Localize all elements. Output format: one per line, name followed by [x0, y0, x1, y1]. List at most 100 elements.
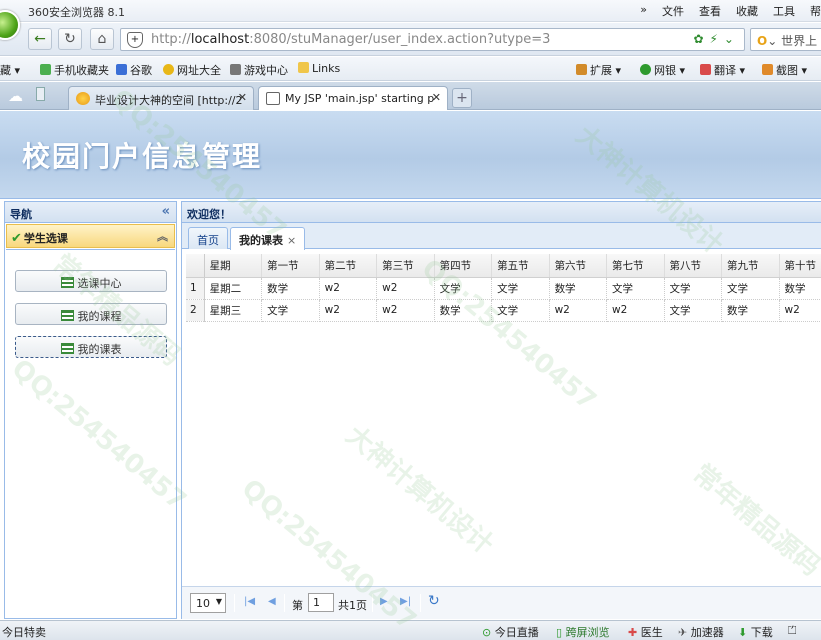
menu-view[interactable]: 查看: [699, 3, 721, 19]
row-number: 2: [186, 299, 205, 322]
phone-sync-icon[interactable]: [36, 87, 45, 101]
table-row[interactable]: 2 星期三 文学 w2 w2 数学 文学 w2 w2 文学 数学 w2: [186, 299, 821, 322]
prev-page-icon[interactable]: ◀: [268, 596, 276, 607]
table-cell: 数学: [261, 277, 320, 300]
welcome-text: 欢迎您！: [187, 208, 231, 221]
home-button[interactable]: ⌂: [90, 28, 114, 50]
separator: [284, 594, 285, 612]
accordion-section-header[interactable]: ✔ 学生选课 ︽: [6, 224, 175, 248]
search-field[interactable]: O⌄ 世界上: [750, 28, 821, 51]
row-number-header: [186, 254, 205, 278]
fav-collection[interactable]: 藏 ▾: [0, 62, 20, 78]
first-page-icon[interactable]: |◀: [244, 596, 255, 607]
column-header[interactable]: 第六节: [549, 254, 608, 278]
address-toolbar: ← ↻ ⌂ + http://localhost:8080/stuManager…: [0, 23, 821, 56]
schedule-grid: 星期 第一节 第二节 第三节 第四节 第五节 第六节 第七节 第八节 第九节 第…: [186, 254, 821, 322]
column-header[interactable]: 第八节: [664, 254, 723, 278]
translate-button[interactable]: 翻译 ▾: [700, 62, 745, 78]
collapse-left-icon[interactable]: «: [162, 204, 170, 219]
back-button[interactable]: ←: [28, 28, 52, 50]
fav-mobile[interactable]: 手机收藏夹: [40, 62, 109, 78]
close-tab-icon[interactable]: ✕: [432, 91, 441, 104]
new-tab-button[interactable]: +: [452, 88, 472, 108]
status-accelerator[interactable]: ✈ 加速器: [678, 624, 724, 640]
column-header[interactable]: 第七节: [606, 254, 665, 278]
status-extra[interactable]: ⏍: [788, 624, 796, 638]
close-tab-icon[interactable]: ✕: [238, 91, 247, 104]
url-text: http://localhost:8080/stuManager/user_in…: [151, 32, 551, 47]
bank-icon: [640, 64, 651, 75]
column-header[interactable]: 第十节: [779, 254, 821, 278]
column-header[interactable]: 第四节: [434, 254, 493, 278]
content-panel-header: 欢迎您！: [182, 202, 821, 223]
fav-games[interactable]: 游戏中心: [230, 62, 288, 78]
status-live[interactable]: ⊙ 今日直播: [482, 624, 539, 640]
status-doctor[interactable]: ✚ 医生: [628, 624, 663, 640]
ext-button[interactable]: 扩展 ▾: [576, 62, 621, 78]
menu-tools[interactable]: 工具: [773, 3, 795, 19]
nav-my-schedule-button[interactable]: 我的课表: [15, 336, 167, 358]
content-tabs: 首页 我的课表 ×: [182, 223, 821, 250]
menu-favorites[interactable]: 收藏: [736, 3, 758, 19]
table-cell: w2: [606, 299, 665, 322]
column-header[interactable]: 第一节: [261, 254, 320, 278]
chevron-up-icon[interactable]: ︽: [157, 228, 168, 244]
table-row[interactable]: 1 星期二 数学 w2 w2 文学 文学 数学 文学 文学 文学 数学: [186, 277, 821, 300]
table-cell: 数学: [779, 277, 821, 300]
fav-sites[interactable]: 网址大全: [163, 62, 221, 78]
page-number-input[interactable]: 1: [308, 593, 334, 612]
status-download[interactable]: ⬇ 下载: [738, 624, 773, 640]
bank-button[interactable]: 网银 ▾: [640, 62, 685, 78]
section-title: 学生选课: [23, 232, 68, 245]
fav-google[interactable]: 谷歌: [116, 62, 152, 78]
tab-my-schedule[interactable]: 我的课表 ×: [230, 227, 306, 250]
column-header[interactable]: 星期: [204, 254, 263, 278]
page-total: 共1页: [338, 599, 367, 612]
checkmark-icon: ✔: [11, 231, 22, 246]
url-field[interactable]: + http://localhost:8080/stuManager/user_…: [120, 28, 745, 51]
browser-tabbar: ☁ 毕业设计大神的空间 [http://2 ✕ My JSP 'main.jsp…: [0, 82, 821, 110]
menu-more[interactable]: »: [640, 3, 647, 19]
refresh-button[interactable]: ↻: [58, 28, 82, 50]
status-left[interactable]: 今日特卖: [2, 624, 46, 640]
fav-links[interactable]: Links: [298, 62, 340, 75]
close-tab-icon[interactable]: ×: [287, 234, 296, 247]
screenshot-button[interactable]: 截图 ▾: [762, 62, 807, 78]
refresh-icon[interactable]: ↻: [428, 593, 440, 609]
google-icon: [116, 64, 127, 75]
table-cell: 星期三: [204, 299, 263, 322]
table-cell: 文学: [261, 299, 320, 322]
grid-icon: [60, 343, 74, 354]
menu-help[interactable]: 帮: [810, 3, 821, 19]
nav-my-courses-button[interactable]: 我的课程: [15, 303, 167, 325]
table-cell: 数学: [721, 299, 780, 322]
pagination-bar: 10 ▼ |◀ ◀ 第 1 共1页 ▶ ▶| ↻: [182, 586, 821, 619]
url-action-icons[interactable]: ✿⚡⌄: [693, 32, 740, 46]
status-cross-screen[interactable]: ▯ 跨屏浏览: [556, 624, 610, 640]
grid-header-row: 星期 第一节 第二节 第三节 第四节 第五节 第六节 第七节 第八节 第九节 第…: [186, 254, 821, 278]
page-size-select[interactable]: 10 ▼: [190, 593, 226, 613]
grid-icon: [60, 310, 74, 321]
cloud-icon[interactable]: ☁: [8, 87, 23, 105]
browser-tab-2[interactable]: My JSP 'main.jsp' starting p ✕: [258, 86, 448, 110]
tab-home[interactable]: 首页: [188, 227, 228, 249]
table-cell: w2: [549, 299, 608, 322]
folder-icon: [298, 62, 309, 73]
table-cell: 数学: [434, 299, 493, 322]
table-cell: 数学: [549, 277, 608, 300]
last-page-icon[interactable]: ▶|: [400, 596, 411, 607]
puzzle-icon: [576, 64, 587, 75]
refresh-icon: ↻: [64, 31, 76, 47]
column-header[interactable]: 第二节: [319, 254, 378, 278]
next-page-icon[interactable]: ▶: [380, 596, 388, 607]
browser-tab-1[interactable]: 毕业设计大神的空间 [http://2 ✕: [68, 86, 254, 110]
column-header[interactable]: 第五节: [491, 254, 550, 278]
play-icon: ⊙: [482, 626, 492, 639]
nav-course-center-button[interactable]: 选课中心: [15, 270, 167, 292]
column-header[interactable]: 第九节: [721, 254, 780, 278]
column-header[interactable]: 第三节: [376, 254, 435, 278]
app-title: 校园门户信息管理: [22, 140, 263, 173]
menu-file[interactable]: 文件: [662, 3, 684, 19]
page-icon: [266, 92, 280, 105]
grid-icon: [60, 277, 74, 288]
